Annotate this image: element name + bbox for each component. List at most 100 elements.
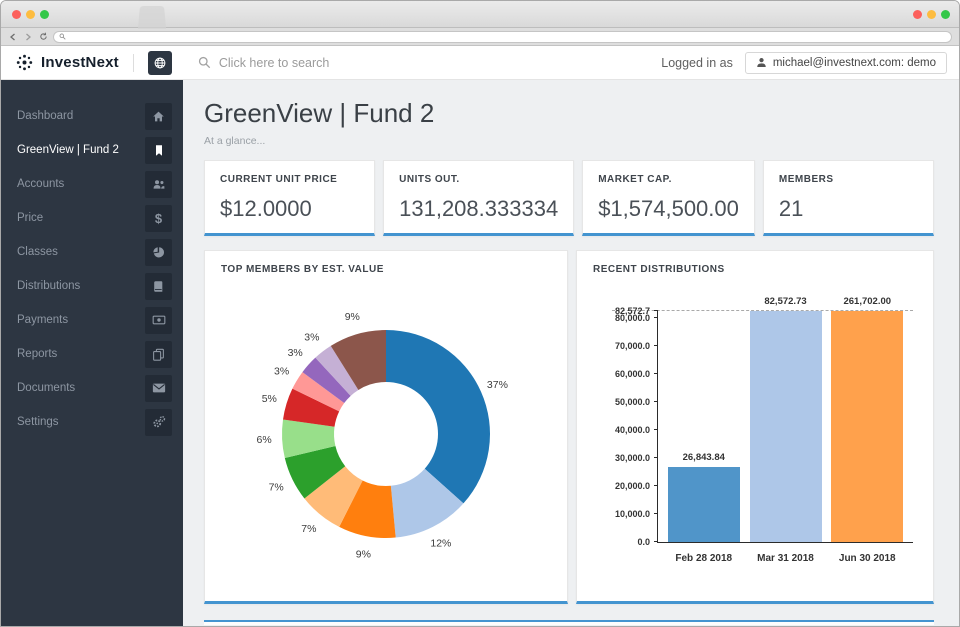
pie-slice-label: 37% (487, 379, 508, 391)
recent-distributions-chart-card: RECENT DISTRIBUTIONS 26,843.84 Feb 28 201… (576, 250, 934, 604)
sidebar-item-payments[interactable]: Payments (1, 303, 183, 337)
stat-card-members: MEMBERS 21 (762, 160, 935, 236)
stat-label: MARKET CAP. (598, 174, 672, 185)
book-icon (145, 272, 172, 300)
pie-slice-label: 9% (356, 548, 371, 560)
users-icon (145, 170, 172, 198)
search-icon (59, 33, 66, 40)
stat-card-units-out: UNITS OUT. 131,208.333334 (383, 160, 575, 236)
investnext-logo-icon (16, 54, 33, 71)
pie-slice (386, 330, 491, 504)
sidebar-item-classes[interactable]: Classes (1, 235, 183, 269)
money-icon (145, 306, 172, 334)
sidebar-item-accounts[interactable]: Accounts (1, 167, 183, 201)
chart-title: RECENT DISTRIBUTIONS (593, 264, 725, 275)
y-axis-tick-label: 30,000.0 (614, 453, 650, 464)
sidebar-item-documents[interactable]: Documents (1, 371, 183, 405)
page-subtitle: At a glance... (204, 135, 266, 147)
bar-value-label: 261,702.00 (843, 296, 892, 307)
reload-icon[interactable] (38, 32, 48, 42)
pie-chart-icon (145, 238, 172, 266)
bar-group: 82,572.73 Mar 31 2018 (749, 296, 822, 564)
pie-slice-label: 3% (274, 365, 289, 377)
sidebar-item-price[interactable]: Price $ (1, 201, 183, 235)
bar (749, 311, 822, 542)
search-hint-text: Click here to search (218, 55, 330, 70)
address-bar[interactable] (53, 30, 952, 43)
minimize-window-button[interactable] (26, 10, 35, 19)
sidebar-item-label: Classes (17, 246, 58, 258)
y-axis-tick-mark (654, 513, 658, 515)
browser-tab[interactable] (137, 5, 167, 29)
dollar-icon: $ (145, 204, 172, 232)
copy-icon (145, 340, 172, 368)
sidebar-item-label: Settings (17, 416, 59, 428)
app-topbar: InvestNext Click here to search Logged i… (1, 46, 959, 80)
sidebar-item-label: Dashboard (17, 110, 74, 122)
right-yellow-dot-icon (927, 10, 936, 19)
envelope-icon (145, 374, 172, 402)
stat-value: $1,574,500.00 (598, 196, 739, 221)
globe-button[interactable] (147, 50, 172, 75)
sidebar-item-reports[interactable]: Reports (1, 337, 183, 371)
y-axis-tick-mark (654, 310, 658, 311)
y-axis-tick-label: 40,000.0 (614, 425, 650, 436)
pie-slice-label: 5% (262, 393, 277, 405)
stats-row: CURRENT UNIT PRICE $12.0000 UNITS OUT. 1… (204, 160, 935, 236)
x-axis-category-label: Feb 28 2018 (675, 553, 733, 564)
sidebar-item-label: Distributions (17, 280, 81, 292)
sidebar-item-distributions[interactable]: Distributions (1, 269, 183, 303)
browser-titlebar (1, 1, 959, 29)
y-axis-tick-label: 20,000.0 (614, 481, 650, 492)
user-menu-button[interactable]: michael@investnext.com: demo (744, 51, 947, 74)
bar-chart: 26,843.84 Feb 28 2018 82,572.73 Mar 31 2018… (612, 296, 913, 564)
pie-slice-label: 6% (257, 434, 272, 446)
user-icon (757, 58, 766, 68)
browser-window: InvestNext Click here to search Logged i… (0, 0, 960, 627)
stat-label: MEMBERS (778, 174, 834, 185)
sidebar-item-label: Documents (17, 382, 76, 394)
y-axis-tick-mark (654, 317, 658, 319)
stat-value: $12.0000 (220, 196, 312, 221)
maximize-window-button[interactable] (40, 10, 49, 19)
sidebar-item-greenview-fund-2[interactable]: GreenView | Fund 2 (1, 133, 183, 167)
y-axis-tick-label: 60,000.0 (614, 369, 650, 380)
right-red-dot-icon (913, 10, 922, 19)
top-members-chart-card: TOP MEMBERS BY EST. VALUE 37% 12% 9% 7% 7% 6%… (204, 250, 568, 604)
sidebar-item-settings[interactable]: Settings (1, 405, 183, 439)
donut-chart: 37%12%9%7%7%6%5%3%3%3%9% (257, 311, 508, 560)
sidebar-item-label: GreenView | Fund 2 (17, 144, 119, 156)
y-axis-tick-mark (654, 457, 658, 459)
global-search[interactable]: Click here to search (198, 56, 329, 70)
y-axis-tick-mark (654, 401, 658, 403)
next-section-edge (204, 620, 934, 625)
sidebar: Dashboard GreenView | Fund 2 Accounts Pr… (1, 80, 183, 626)
page-title: GreenView | Fund 2 (204, 98, 435, 128)
y-axis-tick-mark (654, 345, 658, 347)
pie-slice-label: 7% (269, 482, 284, 494)
brand[interactable]: InvestNext (15, 53, 119, 72)
x-axis-category-label: Jun 30 2018 (838, 553, 896, 564)
bookmark-icon (145, 136, 172, 164)
pie-slice-label: 12% (430, 537, 451, 549)
y-axis-tick-mark (654, 373, 658, 375)
stat-label: UNITS OUT. (399, 174, 460, 185)
bar-value-label: 82,572.73 (764, 296, 807, 307)
close-window-button[interactable] (12, 10, 21, 19)
chart-title: TOP MEMBERS BY EST. VALUE (221, 264, 384, 275)
main-content: GreenView | Fund 2 At a glance... CURREN… (183, 80, 959, 626)
forward-icon[interactable] (23, 32, 33, 42)
y-axis-tick-label: 70,000.0 (614, 341, 650, 352)
stat-card-current-unit-price: CURRENT UNIT PRICE $12.0000 (204, 160, 376, 236)
stat-label: CURRENT UNIT PRICE (220, 174, 338, 185)
sidebar-item-dashboard[interactable]: Dashboard (1, 99, 183, 133)
back-icon[interactable] (8, 32, 18, 42)
y-axis-tick-mark (654, 541, 658, 542)
search-icon (198, 56, 211, 69)
y-axis-tick-label: 50,000.0 (614, 397, 650, 408)
y-axis-tick-label: 82,572.7 (614, 306, 650, 316)
y-axis-tick-label: 0.0 (637, 537, 650, 547)
divider (132, 53, 134, 72)
y-axis-tick-label: 10,000.0 (614, 509, 650, 520)
home-icon (145, 102, 172, 130)
